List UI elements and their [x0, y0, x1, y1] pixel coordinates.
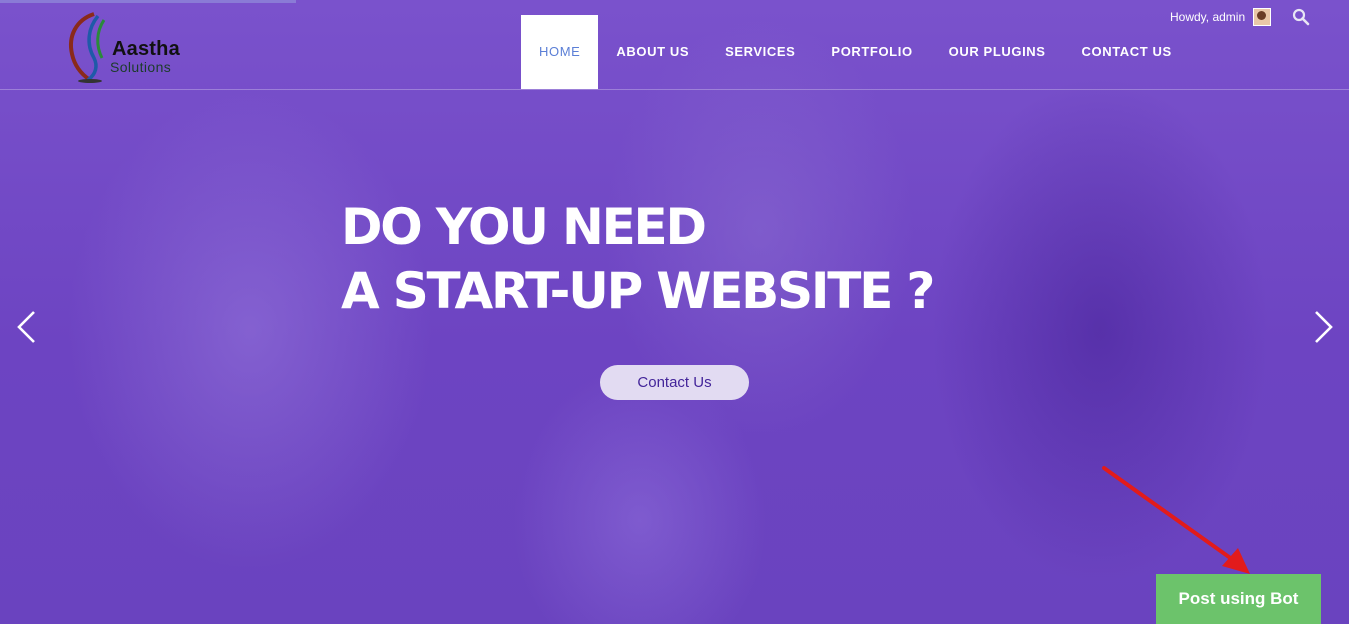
annotation-arrow-icon [1102, 466, 1250, 574]
logo-subtitle: Solutions [110, 59, 172, 75]
chevron-right-icon[interactable] [1312, 310, 1336, 344]
nav-home[interactable]: HOME [521, 15, 599, 89]
nav-about-us[interactable]: ABOUT US [598, 15, 707, 89]
main-nav: HOME ABOUT US SERVICES PORTFOLIO OUR PLU… [521, 15, 1190, 89]
admin-greeting-text: Howdy, admin [1170, 10, 1246, 24]
logo-mark-icon [69, 12, 106, 83]
logo-name: Aastha [112, 38, 180, 60]
search-icon[interactable] [1292, 8, 1310, 26]
admin-greeting[interactable]: Howdy, admin [1170, 8, 1272, 26]
nav-services[interactable]: SERVICES [707, 15, 813, 89]
nav-portfolio[interactable]: PORTFOLIO [813, 15, 930, 89]
nav-our-plugins[interactable]: OUR PLUGINS [931, 15, 1064, 89]
avatar [1253, 8, 1272, 26]
chevron-left-icon[interactable] [14, 310, 38, 344]
nav-contact-us[interactable]: CONTACT US [1064, 15, 1190, 89]
hero-headline-line-2: A START-UP WEBSITE ? [341, 262, 935, 320]
site-logo[interactable]: Aastha Solutions [66, 10, 206, 84]
site-header: Aastha Solutions HOME ABOUT US SERVICES … [0, 0, 1349, 90]
post-using-bot-button[interactable]: Post using Bot [1156, 574, 1321, 624]
hero-headline-line-1: DO YOU NEED [341, 198, 707, 256]
hero-headline: DO YOU NEED A START-UP WEBSITE ? [341, 195, 935, 323]
contact-us-button[interactable]: Contact Us [600, 365, 749, 400]
